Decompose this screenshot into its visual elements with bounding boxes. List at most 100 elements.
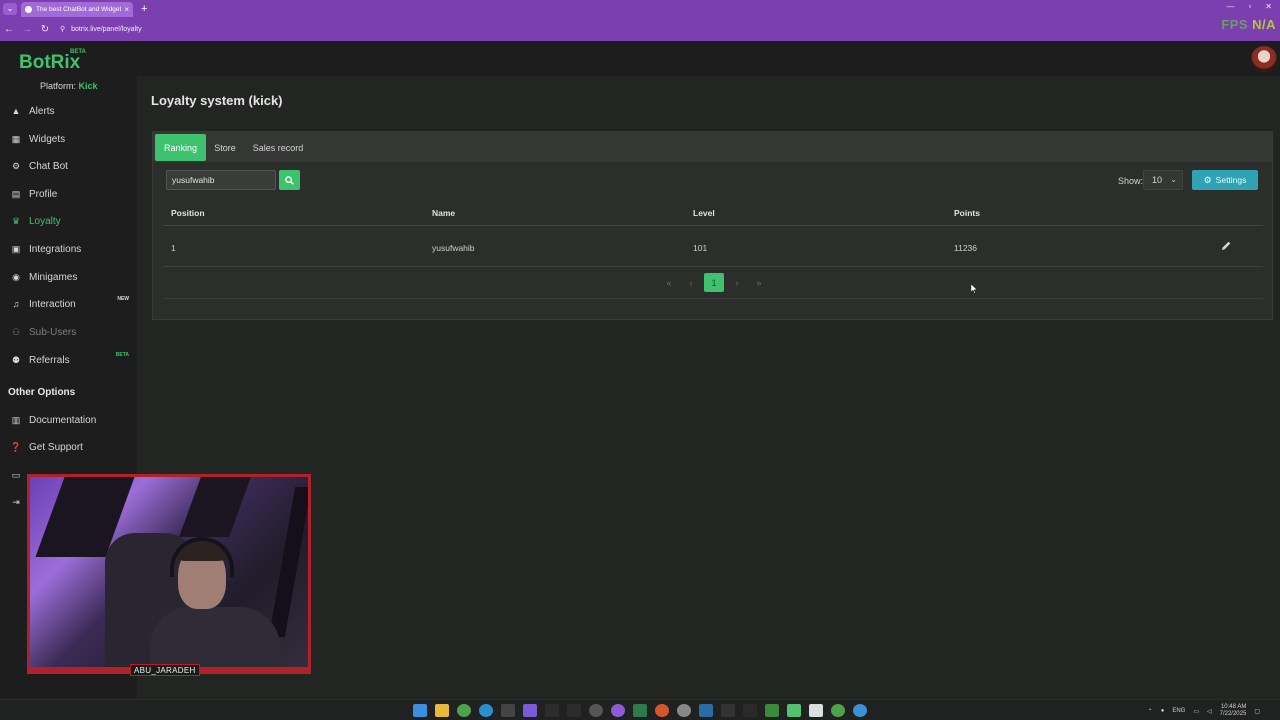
maximize-icon[interactable]: ▫ — [1248, 2, 1251, 11]
column-header-level[interactable]: Level — [693, 208, 715, 218]
clock[interactable]: 10:48 AM 7/22/2025 — [1220, 704, 1247, 718]
sidebar-item-sub-users[interactable]: ⚇ Sub-Users — [0, 322, 137, 342]
steam-icon[interactable] — [699, 704, 713, 717]
app-icon[interactable] — [611, 704, 625, 717]
platform-indicator: Platform: Kick — [40, 81, 98, 91]
tab-search-button[interactable]: ⌄ — [3, 2, 17, 15]
discord-icon[interactable] — [523, 704, 537, 717]
language-indicator[interactable]: ENG — [1172, 708, 1185, 714]
settings-button[interactable]: ⚙ Settings — [1192, 170, 1258, 190]
sidebar-item-referrals[interactable]: ⚉ Referrals BETA — [0, 350, 137, 370]
search-input[interactable] — [166, 170, 276, 190]
forward-button[interactable]: → — [18, 24, 36, 35]
app-icon[interactable] — [655, 704, 669, 717]
back-button[interactable]: ← — [0, 24, 18, 35]
page-button-current[interactable]: 1 — [704, 273, 724, 292]
minimize-icon[interactable]: — — [1226, 2, 1234, 11]
plug-icon: ▣ — [11, 243, 21, 254]
close-window-icon[interactable]: ✕ — [1265, 2, 1272, 11]
app-icon[interactable] — [677, 704, 691, 717]
app-header: BotRix BETA — [0, 41, 1280, 76]
app-icon[interactable] — [501, 704, 515, 717]
sidebar-item-minigames[interactable]: ◉ Minigames — [0, 267, 137, 287]
sidebar-item-alerts[interactable]: ▲ Alerts — [0, 101, 137, 121]
last-page-button[interactable]: » — [748, 273, 770, 292]
sidebar-item-label: Widgets — [29, 133, 66, 145]
chevron-down-icon: ⌄ — [1170, 175, 1177, 184]
taskbar-apps — [413, 704, 867, 717]
sidebar-item-label: Alerts — [29, 105, 55, 117]
chevron-up-icon[interactable]: ⌃ — [1148, 708, 1153, 715]
notification-icon[interactable]: ▢ — [1254, 708, 1260, 715]
app-icon[interactable] — [545, 704, 559, 717]
cell-level: 101 — [693, 243, 708, 253]
app-icon[interactable] — [721, 704, 735, 717]
group-icon: ⚉ — [11, 354, 21, 365]
robot-icon: ⚙ — [11, 160, 21, 171]
page-size-select[interactable]: 10 ⌄ — [1143, 170, 1183, 190]
new-tab-button[interactable]: + — [141, 3, 147, 15]
close-tab-icon[interactable]: × — [124, 5, 129, 14]
sidebar-item-label: Documentation — [29, 414, 97, 426]
cell-position: 1 — [171, 243, 176, 253]
user-avatar[interactable] — [1251, 46, 1277, 72]
edge-icon[interactable] — [479, 704, 493, 717]
wall-decor — [268, 487, 308, 637]
beta-badge: BETA — [115, 352, 129, 358]
sidebar-item-label: Profile — [29, 188, 58, 200]
taskbar: ⌃ ● ENG ▭ ◁ 10:48 AM 7/22/2025 ▢ — [0, 699, 1280, 720]
sidebar-item-profile[interactable]: ▤ Profile — [0, 184, 137, 204]
sidebar-item-label: Minigames — [29, 271, 78, 283]
chrome-icon[interactable] — [831, 704, 845, 717]
cell-name: yusufwahib — [432, 243, 475, 253]
microphone-icon[interactable]: ● — [1161, 708, 1165, 714]
cell-points: 11236 — [954, 243, 978, 253]
url-field[interactable]: ⚲ botrix.live/panel/loyalty — [60, 20, 1190, 38]
users-icon: ⚇ — [11, 326, 21, 337]
app-icon[interactable] — [853, 704, 867, 717]
previous-page-button[interactable]: ‹ — [680, 273, 702, 292]
kick-icon[interactable] — [787, 704, 801, 717]
sidebar-item-loyalty[interactable]: ♛ Loyalty — [0, 211, 137, 231]
sidebar-item-documentation[interactable]: ▥ Documentation — [0, 410, 137, 430]
notepad-icon[interactable] — [809, 704, 823, 717]
app-icon[interactable] — [743, 704, 757, 717]
search-button[interactable] — [279, 170, 300, 190]
page-size-value: 10 — [1152, 175, 1163, 185]
file-explorer-icon[interactable] — [435, 704, 449, 717]
windows-start-icon[interactable] — [413, 704, 427, 717]
chrome-icon[interactable] — [457, 704, 471, 717]
sidebar-item-widgets[interactable]: ▦ Widgets — [0, 129, 137, 149]
sidebar-item-get-support[interactable]: ❓ Get Support — [0, 437, 137, 457]
column-header-points[interactable]: Points — [954, 208, 980, 218]
browser-tab[interactable]: The best ChatBot and Widgets × — [21, 2, 133, 17]
tab-store[interactable]: Store — [208, 134, 242, 161]
pencil-icon[interactable] — [1219, 239, 1233, 253]
fps-overlay: FPS N/A — [1221, 17, 1276, 32]
app-icon[interactable] — [633, 704, 647, 717]
clock-time: 10:48 AM — [1220, 704, 1247, 710]
column-header-position[interactable]: Position — [171, 208, 205, 218]
column-header-name[interactable]: Name — [432, 208, 455, 218]
app-icon[interactable] — [567, 704, 581, 717]
network-icon[interactable]: ▭ — [1193, 708, 1199, 715]
sidebar-item-label: Integrations — [29, 243, 82, 255]
sidebar-item-chat-bot[interactable]: ⚙ Chat Bot — [0, 156, 137, 176]
sidebar-item-integrations[interactable]: ▣ Integrations — [0, 239, 137, 259]
gears-icon: ⚙ — [1203, 174, 1212, 185]
volume-icon[interactable]: ◁ — [1207, 708, 1212, 715]
favicon-icon — [25, 6, 32, 13]
site-info-icon[interactable]: ⚲ — [60, 25, 65, 33]
tab-ranking[interactable]: Ranking — [155, 134, 206, 161]
sidebar-item-interaction[interactable]: ♫ Interaction NEW — [0, 294, 137, 314]
webcam-overlay — [27, 474, 311, 674]
sidebar-item-label: Chat Bot — [29, 160, 68, 172]
next-page-button[interactable]: › — [726, 273, 748, 292]
reload-button[interactable]: ↻ — [36, 24, 54, 35]
tab-sales-record[interactable]: Sales record — [248, 134, 308, 161]
trophy-icon: ♛ — [11, 215, 21, 226]
first-page-button[interactable]: « — [658, 273, 680, 292]
app-icon[interactable] — [765, 704, 779, 717]
botrix-logo[interactable]: BotRix BETA — [19, 49, 86, 74]
obs-icon[interactable] — [589, 704, 603, 717]
